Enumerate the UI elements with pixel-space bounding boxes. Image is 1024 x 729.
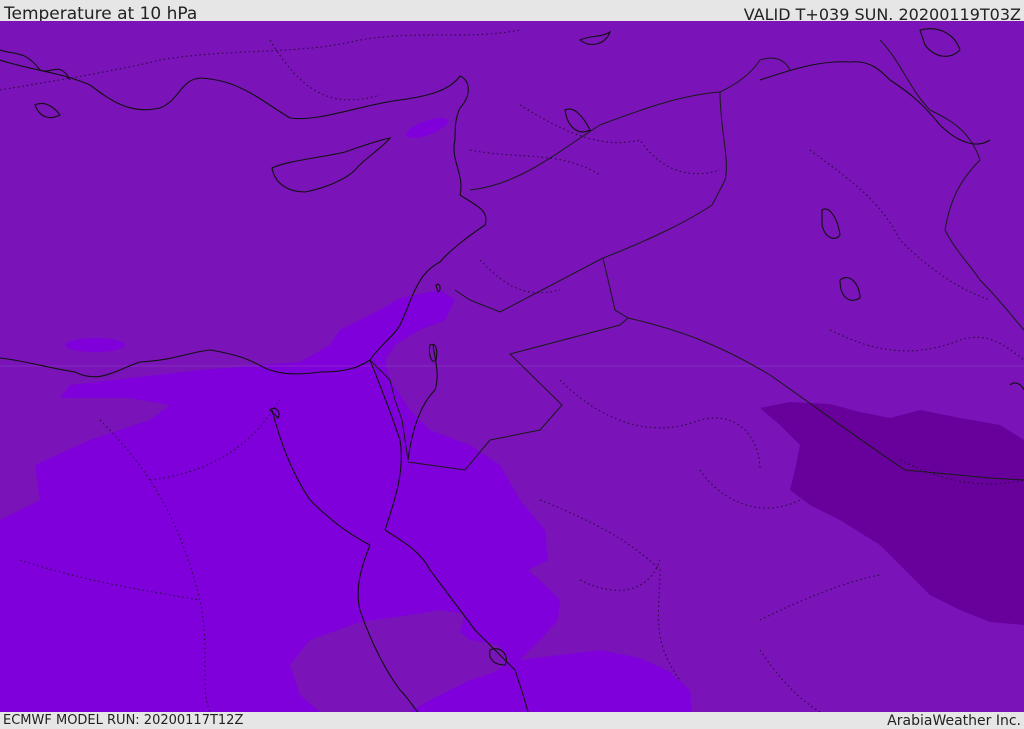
- header-bar: Temperature at 10 hPa VALID T+039 SUN. 2…: [0, 0, 1024, 24]
- footer-bar: ECMWF MODEL RUN: 20200117T12Z ArabiaWeat…: [0, 712, 1024, 729]
- field-cold-blob-west: [65, 338, 125, 352]
- map-canvas: [0, 21, 1024, 712]
- credit-label: ArabiaWeather Inc.: [887, 713, 1021, 729]
- model-run-label: ECMWF MODEL RUN: 20200117T12Z: [3, 713, 244, 728]
- weather-map[interactable]: [0, 21, 1024, 712]
